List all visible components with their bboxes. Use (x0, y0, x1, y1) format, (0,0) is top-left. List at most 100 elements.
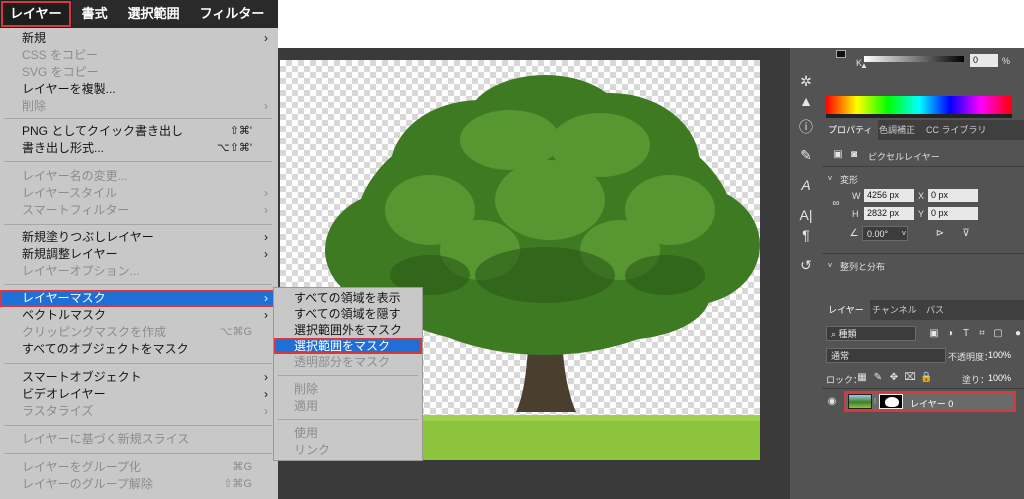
paragraph-icon[interactable]: A| (794, 204, 818, 226)
chevron-right-icon: › (264, 247, 268, 261)
height-field[interactable]: 2832 px (864, 207, 914, 220)
slider-handle-icon[interactable]: ▲ (860, 60, 868, 72)
levels-icon[interactable]: ▲ (794, 90, 818, 112)
menu-type[interactable]: 書式 (72, 0, 118, 28)
x-field[interactable]: 0 px (928, 189, 978, 202)
menu-separator (278, 375, 418, 376)
opacity-value[interactable]: 100% (988, 350, 1011, 360)
submenu-item-reveal-all[interactable]: すべての領域を表示 (274, 290, 422, 306)
menu-select[interactable]: 選択範囲 (118, 0, 190, 28)
layer-name[interactable]: レイヤー 0 (910, 397, 953, 410)
brush-icon[interactable]: ✎ (794, 144, 818, 166)
menu-item-export-as[interactable]: 書き出し形式... ⌥⇧⌘' (0, 140, 278, 157)
color-spectrum[interactable] (826, 96, 1012, 114)
y-field[interactable]: 0 px (928, 207, 978, 220)
filter-adjustment-icon[interactable]: ◑ (944, 328, 956, 340)
flip-horizontal-icon[interactable]: ⊳ (934, 228, 946, 240)
menu-item-duplicate-layer[interactable]: レイヤーを複製... (0, 81, 278, 98)
search-icon: ⌕ (831, 329, 839, 339)
pilcrow-icon[interactable]: ¶ (794, 224, 818, 246)
chevron-down-icon[interactable]: ˅ (824, 260, 836, 272)
menu-separator (4, 118, 272, 119)
menu-item-smart-filter: スマートフィルター › (0, 202, 278, 219)
lock-transparent-icon[interactable]: ▦ (856, 372, 868, 384)
lock-move-icon[interactable]: ✥ (888, 372, 900, 384)
submenu-item-reveal-selection[interactable]: 選択範囲をマスク (274, 338, 422, 354)
menu-filter[interactable]: フィルター (190, 0, 275, 28)
k-slider[interactable] (864, 56, 964, 62)
lock-icon[interactable]: 🔒 (920, 372, 932, 384)
menu-item-quick-export-png[interactable]: PNG としてクイック書き出し ⇧⌘' (0, 123, 278, 140)
flip-vertical-icon[interactable]: ⊽ (960, 228, 972, 240)
menu-item-rasterize: ラスタライズ › (0, 403, 278, 420)
menu-item-label: ベクトルマスク (22, 308, 107, 322)
menu-separator (278, 419, 418, 420)
fill-value[interactable]: 100% (988, 373, 1011, 383)
link-icon[interactable]: ∞ (830, 198, 842, 210)
chevron-right-icon: › (264, 186, 268, 200)
menu-item-smart-object[interactable]: スマートオブジェクト › (0, 369, 278, 386)
mask-link-icon[interactable]: ⁝ (872, 396, 878, 408)
percent-unit: % (1002, 56, 1011, 66)
tab-cc-libraries[interactable]: CC ライブラリ (920, 120, 993, 140)
menu-layer[interactable]: レイヤー (0, 0, 72, 28)
tab-layers[interactable]: レイヤー (822, 300, 870, 320)
submenu-item-hide-selection[interactable]: 選択範囲外をマスク (274, 322, 422, 338)
menu-item-new-adjustment-layer[interactable]: 新規調整レイヤー › (0, 246, 278, 263)
lock-artboard-icon[interactable]: ⌧ (904, 372, 916, 384)
shortcut-label: ⇧⌘G (223, 478, 252, 490)
character-icon[interactable]: A (794, 174, 818, 196)
menu-item-new-fill-layer[interactable]: 新規塗りつぶしレイヤー › (0, 229, 278, 246)
menu-separator (4, 161, 272, 162)
menu-item-layer-style: レイヤースタイル › (0, 185, 278, 202)
tab-adjustments[interactable]: 色調補正 (873, 120, 921, 140)
w-label: W (852, 191, 861, 201)
menu-item-label: クリッピングマスクを作成 (22, 325, 167, 339)
filter-pixel-icon[interactable]: ▣ (928, 328, 940, 340)
filter-toggle-icon[interactable]: ● (1012, 328, 1024, 340)
sun-icon[interactable]: ✲ (794, 70, 818, 92)
width-field[interactable]: 4256 px (864, 189, 914, 202)
k-value-field[interactable]: 0 (970, 54, 998, 67)
menu-item-group-layers: レイヤーをグループ化 ⌘G (0, 459, 278, 476)
layer-thumbnail[interactable] (848, 394, 872, 409)
color-spectrum-bottom (826, 114, 1012, 118)
lock-brush-icon[interactable]: ✎ (872, 372, 884, 384)
angle-icon: ∠ (849, 228, 859, 239)
filter-smart-object-icon[interactable]: ▢ (992, 328, 1004, 340)
foreground-swatch[interactable] (836, 50, 846, 58)
menu-item-copy-svg: SVG をコピー (0, 64, 278, 81)
image-icon: ▣ (833, 149, 843, 160)
layer-mask-thumbnail[interactable] (879, 394, 903, 409)
menu-item-video-layer[interactable]: ビデオレイヤー › (0, 386, 278, 403)
menu-item-new[interactable]: 新規 › (0, 30, 278, 47)
layer-type-label: ピクセルレイヤー (868, 152, 940, 162)
mask-icon[interactable]: ◙ (848, 149, 860, 161)
menu-item-mask-all-objects[interactable]: すべてのオブジェクトをマスク (0, 341, 278, 358)
menu-item-vector-mask[interactable]: ベクトルマスク › (0, 307, 278, 324)
menu-item-rename-layer: レイヤー名の変更... (0, 168, 278, 185)
menu-item-layer-mask[interactable]: レイヤーマスク › (0, 290, 278, 307)
tab-paths[interactable]: パス (920, 300, 950, 320)
menu-separator (4, 284, 272, 285)
history-icon[interactable]: ↺ (794, 254, 818, 276)
menu-item-label: レイヤーオプション... (22, 264, 140, 278)
tab-properties[interactable]: プロパティ (822, 120, 879, 140)
chevron-right-icon: › (264, 31, 268, 45)
info-icon[interactable]: ⓘ (794, 116, 818, 138)
menu-item-label: 新規塗りつぶしレイヤー (22, 230, 154, 244)
submenu-item-from-transparency: 透明部分をマスク (294, 355, 391, 369)
tab-channels[interactable]: チャンネル (866, 300, 923, 320)
chevron-down-icon[interactable]: ˅ (824, 173, 836, 185)
layer-filter-select[interactable]: ⌕ 種類 (826, 326, 916, 341)
submenu-item-hide-all[interactable]: すべての領域を隠す (274, 306, 422, 322)
filter-type-icon[interactable]: T (960, 328, 972, 340)
blend-mode-select[interactable]: 通常 (826, 348, 946, 363)
filter-shape-icon[interactable]: ⌗ (976, 328, 988, 340)
menu-item-label: スマートオブジェクト (22, 370, 142, 384)
chevron-down-icon[interactable]: ˅ (898, 228, 910, 240)
menu-item-label: SVG をコピー (22, 65, 99, 79)
submenu-item-apply: 適用 (294, 399, 319, 413)
visibility-eye-icon[interactable]: ◉ (826, 396, 838, 408)
layer-row[interactable]: ◉ ⁝ レイヤー 0 (822, 390, 1024, 414)
